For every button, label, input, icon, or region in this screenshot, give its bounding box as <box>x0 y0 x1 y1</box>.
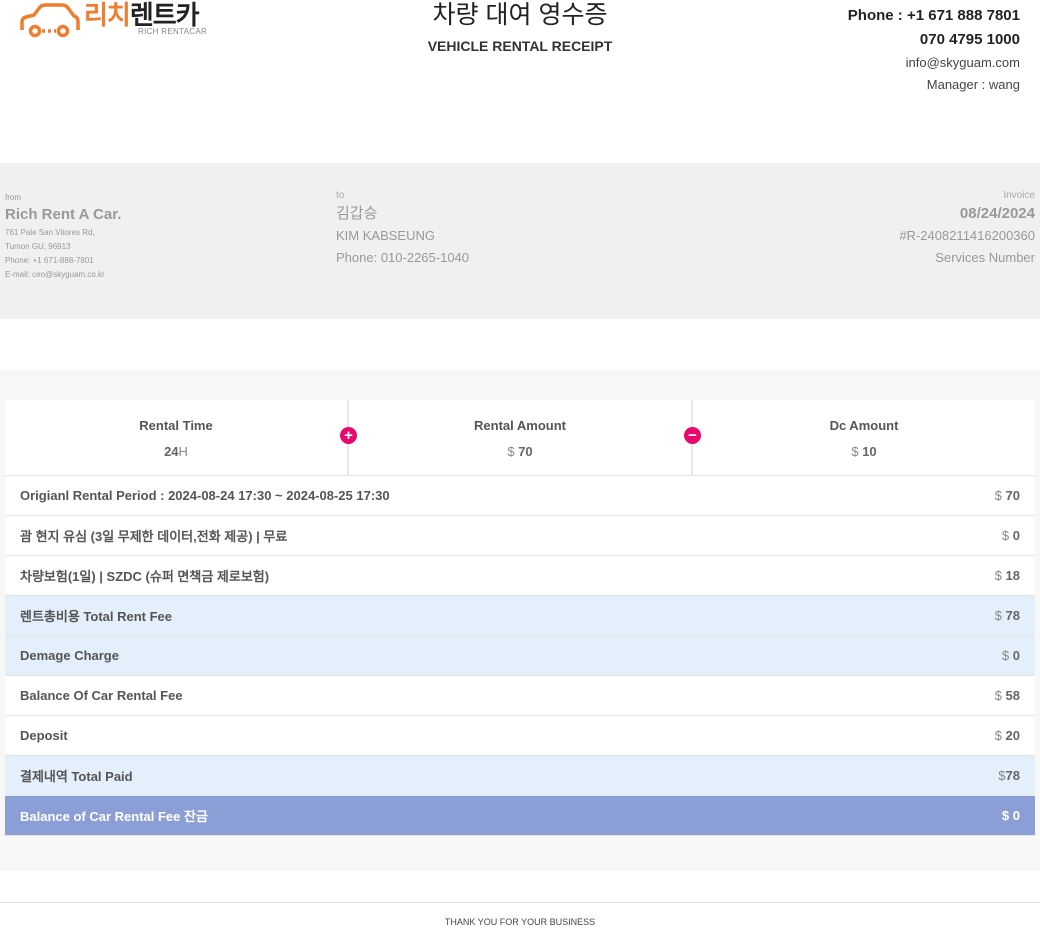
line-item-damage-charge: Demage Charge $ 0 <box>5 636 1035 676</box>
contact-phone-2: 070 4795 1000 <box>919 31 1020 48</box>
from-address-line2: Tumon GU, 96913 <box>5 242 71 251</box>
contact-block: Phone : +1 671 888 7801 070 4795 1000 in… <box>848 4 1020 96</box>
contact-email[interactable]: info@skyguam.com <box>848 52 1020 74</box>
billing-info-band: from Rich Rent A Car. 761 Pale San Vitor… <box>0 163 1040 319</box>
to-label: to <box>336 190 345 201</box>
rental-amount-header: Rental Amount <box>474 418 566 433</box>
receipt-header: 리치렌트카 RICH RENTACAR 차량 대여 영수증 VEHICLE RE… <box>0 0 1040 163</box>
line-item-insurance: 차량보험(1일) | SZDC (슈퍼 면책금 제로보험) $ 18 <box>5 556 1035 596</box>
minus-icon: − <box>684 427 701 444</box>
from-phone: Phone: +1 671-888-7801 <box>5 256 94 265</box>
invoice-number: #R-2408211416200360 <box>899 228 1035 243</box>
to-name-korean: 김갑승 <box>336 205 378 222</box>
from-company-name: Rich Rent A Car. <box>5 206 122 223</box>
rental-time-cell: Rental Time 24H <box>5 400 347 475</box>
receipt-details-panel: Rental Time 24H + Rental Amount $ 70 − D… <box>0 370 1040 871</box>
line-item-usim: 괌 현지 유심 (3일 무제한 데이터,전화 제공) | 무료 $ 0 <box>5 516 1035 556</box>
plus-icon: + <box>340 427 357 444</box>
line-item-total-rent-fee: 렌트총비용 Total Rent Fee $ 78 <box>5 596 1035 636</box>
contact-phone: Phone : +1 671 888 7801 <box>847 7 1020 24</box>
invoice-label: Invoice <box>1003 190 1035 201</box>
from-block: from Rich Rent A Car. 761 Pale San Vitor… <box>5 192 121 282</box>
rental-amount-cell: + Rental Amount $ 70 <box>340 400 691 475</box>
rental-amount-value: $ 70 <box>507 444 533 459</box>
to-block: to 김갑승 KIM KABSEUNG Phone: 010-2265-1040 <box>336 189 469 269</box>
line-item-rental-period: Origianl Rental Period : 2024-08-24 17:3… <box>5 476 1035 516</box>
invoice-block: Invoice 08/24/2024 #R-2408211416200360 S… <box>899 189 1035 269</box>
dc-amount-header: Dc Amount <box>829 418 899 433</box>
dc-amount-value: $ 10 <box>851 444 877 459</box>
line-item-balance-remaining: Balance of Car Rental Fee 잔금 $ 0 <box>5 796 1035 836</box>
dc-amount-cell: − Dc Amount $ 10 <box>684 400 1035 475</box>
rental-time-header: Rental Time <box>139 418 213 433</box>
footer-thank-you: THANK YOU FOR YOUR BUSINESS <box>0 902 1040 927</box>
from-address-line1: 761 Pale San Vitores Rd, <box>5 228 95 237</box>
services-number-label: Services Number <box>935 250 1035 265</box>
to-phone: Phone: 010-2265-1040 <box>336 250 470 265</box>
line-item-deposit: Deposit $ 20 <box>5 716 1035 756</box>
from-email: E-mail: ceo@skyguam.co.kr <box>5 270 105 279</box>
invoice-date: 08/24/2024 <box>959 205 1035 222</box>
line-item-balance: Balance Of Car Rental Fee $ 58 <box>5 676 1035 716</box>
contact-manager: Manager : wang <box>926 77 1020 92</box>
summary-bar: Rental Time 24H + Rental Amount $ 70 − D… <box>5 400 1035 476</box>
to-name-english: KIM KABSEUNG <box>336 228 435 243</box>
from-label: from <box>5 193 21 202</box>
line-items: Origianl Rental Period : 2024-08-24 17:3… <box>5 476 1035 836</box>
line-item-total-paid: 결제내역 Total Paid $78 <box>5 756 1035 796</box>
rental-time-value: 24H <box>164 444 188 459</box>
